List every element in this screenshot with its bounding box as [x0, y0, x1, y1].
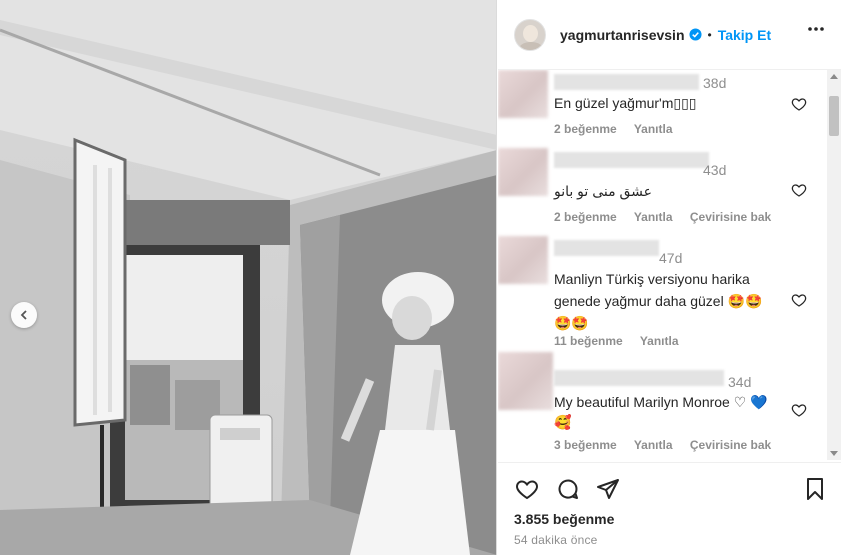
chevron-left-icon — [20, 310, 27, 320]
bookmark-icon[interactable] — [804, 477, 826, 501]
header-separator: • — [707, 27, 712, 42]
post-actions — [498, 462, 841, 512]
reply-button[interactable]: Yanıtla — [634, 438, 673, 452]
author-username[interactable]: yagmurtanrisevsin — [560, 27, 685, 43]
translate-button[interactable]: Çevirisine bak — [690, 210, 771, 224]
comment-item: 47d Manliyn Türkiş versiyonu harika gene… — [498, 236, 827, 352]
comment-time: 34d — [728, 374, 752, 390]
photo-illustration — [0, 0, 496, 555]
comment-item: 38d En güzel yağmur'm▯▯▯ 2 beğenme Yanıt… — [498, 70, 827, 150]
commenter-avatar[interactable] — [498, 236, 548, 284]
comment-time: 38d — [703, 75, 727, 91]
verified-badge-icon — [688, 28, 702, 41]
comment-meta: 2 beğenme Yanıtla Çevirisine bak — [554, 210, 785, 224]
comment-like-icon[interactable] — [791, 292, 807, 308]
scrollbar-thumb[interactable] — [829, 96, 839, 136]
commenter-avatar[interactable] — [498, 148, 548, 196]
comment-text: My beautiful Marilyn Monroe ♡ 💙🥰 — [554, 394, 768, 430]
comment-text: En güzel yağmur'm▯▯▯ — [554, 95, 697, 111]
translate-button[interactable]: Çevirisine bak — [690, 438, 771, 452]
post-viewer: yagmurtanrisevsin • Takip Et 38d En güze… — [0, 0, 841, 555]
comment-meta: 11 beğenme Yanıtla — [554, 334, 693, 348]
post-photo — [0, 0, 497, 555]
likes-count[interactable]: 3.855 beğenme — [514, 511, 614, 527]
comment-text: Manliyn Türkiş versiyonu harika genede y… — [554, 271, 763, 331]
comment-likes[interactable]: 3 beğenme — [554, 438, 617, 452]
commenter-name-blurred[interactable] — [554, 152, 709, 168]
commenter-avatar[interactable] — [498, 70, 548, 118]
comment-meta: 3 beğenme Yanıtla Çevirisine bak — [554, 438, 785, 452]
comment-likes[interactable]: 11 beğenme — [554, 334, 623, 348]
comment-like-icon[interactable] — [791, 402, 807, 418]
reply-button[interactable]: Yanıtla — [634, 210, 673, 224]
previous-photo-button[interactable] — [11, 302, 37, 328]
comment-icon[interactable] — [556, 477, 580, 501]
comment-text: عشق منی تو بانو — [554, 183, 652, 199]
author-avatar[interactable] — [514, 18, 546, 51]
more-options-icon[interactable] — [807, 26, 825, 32]
commenter-name-blurred[interactable] — [554, 240, 659, 256]
post-header: yagmurtanrisevsin • Takip Et — [498, 0, 841, 70]
comment-meta: 2 beğenme Yanıtla — [554, 122, 687, 136]
share-icon[interactable] — [596, 477, 620, 501]
follow-button[interactable]: Takip Et — [718, 27, 771, 43]
commenter-name-blurred[interactable] — [554, 370, 724, 386]
post-time-ago: 54 dakika önce — [514, 533, 598, 547]
reply-button[interactable]: Yanıtla — [634, 122, 673, 136]
scroll-down-arrow[interactable] — [830, 451, 838, 456]
heart-icon[interactable] — [514, 477, 540, 501]
comment-item: 34d My beautiful Marilyn Monroe ♡ 💙🥰 3 b… — [498, 352, 827, 460]
comment-likes[interactable]: 2 beğenme — [554, 122, 617, 136]
comment-likes[interactable]: 2 beğenme — [554, 210, 617, 224]
commenter-name-blurred[interactable] — [554, 74, 699, 90]
commenter-avatar[interactable] — [498, 352, 553, 410]
comments-scrollbar[interactable] — [827, 70, 841, 460]
comment-time: 43d — [703, 162, 727, 178]
comment-like-icon[interactable] — [791, 182, 807, 198]
reply-button[interactable]: Yanıtla — [640, 334, 679, 348]
scroll-up-arrow[interactable] — [830, 74, 838, 79]
comment-time: 47d — [659, 250, 683, 266]
comment-item: 43d عشق منی تو بانو 2 beğenme Yanıtla Çe… — [498, 148, 827, 236]
comment-list[interactable]: 38d En güzel yağmur'm▯▯▯ 2 beğenme Yanıt… — [498, 70, 841, 460]
post-side-panel: yagmurtanrisevsin • Takip Et 38d En güze… — [498, 0, 841, 555]
comment-like-icon[interactable] — [791, 96, 807, 112]
